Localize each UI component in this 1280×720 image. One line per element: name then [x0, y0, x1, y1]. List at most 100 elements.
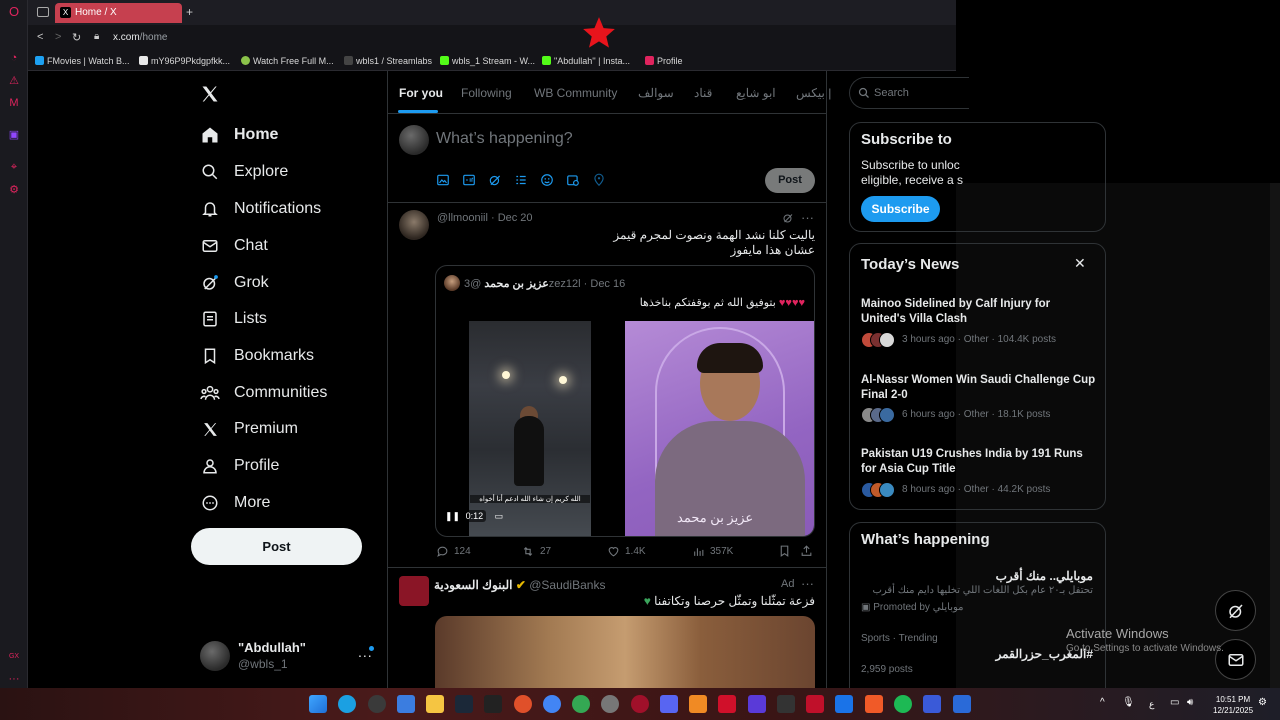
url-field[interactable]: x.com/home [113, 32, 167, 43]
sidebar-more-icon[interactable]: ··· [7, 672, 21, 686]
steam-client-icon[interactable] [368, 695, 386, 713]
nav-communities[interactable]: Communities [200, 378, 327, 408]
trend-name[interactable]: #المغرب_حزرالقمر [861, 647, 1093, 661]
post-button[interactable]: Post [191, 528, 362, 565]
tab-list-2[interactable]: قناد [694, 86, 712, 100]
twitch-icon[interactable]: ▣ [7, 128, 21, 142]
captions-icon[interactable]: ▭ [495, 511, 504, 521]
news-item-title[interactable]: Pakistan U19 Crushes India by 191 Runs f… [861, 447, 1096, 477]
scrollbar[interactable] [1270, 183, 1280, 688]
grok-tweet-icon[interactable] [782, 212, 794, 224]
nav-chat[interactable]: Chat [200, 231, 268, 261]
steam-icon[interactable] [455, 695, 473, 713]
network-icon[interactable]: ▭ [1170, 697, 1179, 708]
language-indicator[interactable]: ع [1149, 699, 1154, 710]
promo-title[interactable]: موبايلي.. منك أقرب [861, 569, 1093, 583]
advertiser-name[interactable]: البنوك السعودية [434, 578, 512, 592]
chrome-icon[interactable] [543, 695, 561, 713]
advertiser-handle[interactable]: @SaudiBanks [529, 578, 605, 592]
quote-photo[interactable] [625, 321, 814, 536]
grok-fab-button[interactable] [1215, 590, 1256, 631]
gif-icon[interactable] [462, 173, 476, 187]
bookmark-item[interactable]: FMovies | Watch B... [35, 56, 130, 66]
app-icon[interactable] [718, 695, 736, 713]
discord-icon[interactable] [660, 695, 678, 713]
star-icon[interactable] [580, 14, 618, 52]
app-icon[interactable] [748, 695, 766, 713]
nav-grok[interactable]: Grok [200, 268, 269, 298]
tab-home-x[interactable]: X Home / X [55, 3, 182, 23]
app-icon[interactable] [865, 695, 883, 713]
sidebar-pin-icon[interactable]: ⌖ [7, 160, 21, 174]
video-controls[interactable]: ❚❚ 0:12 ▭ [445, 510, 507, 526]
file-explorer-icon[interactable] [426, 695, 444, 713]
emoji-icon[interactable] [540, 173, 554, 187]
app-icon[interactable] [953, 695, 971, 713]
bookmark-item[interactable]: mY96P9Pkdgpfkk... [139, 56, 230, 66]
workspace-icon[interactable] [37, 7, 49, 17]
tweet-date[interactable]: · Dec 20 [491, 212, 533, 224]
app-icon[interactable] [514, 695, 532, 713]
tab-following[interactable]: Following [461, 86, 512, 100]
app-icon[interactable] [835, 695, 853, 713]
tray-chevron-icon[interactable]: ^ [1100, 697, 1105, 708]
start-button-icon[interactable] [309, 695, 327, 713]
location-icon[interactable] [592, 173, 606, 187]
tweet-avatar[interactable] [399, 210, 429, 240]
sidebar-speed-icon[interactable]: ◔ [7, 51, 21, 65]
bookmark-item[interactable]: Profile [645, 56, 683, 66]
bookmark-item[interactable]: wbls1 / Streamlabs [344, 56, 432, 66]
nav-explore[interactable]: Explore [200, 157, 288, 187]
chrome-profile-icon[interactable] [572, 695, 590, 713]
nav-premium[interactable]: Premium [200, 414, 298, 444]
pause-icon[interactable]: ❚❚ [445, 511, 460, 521]
store-icon[interactable] [397, 695, 415, 713]
image-icon[interactable] [436, 173, 450, 187]
tab-for-you[interactable]: For you [399, 86, 443, 100]
nav-profile[interactable]: Profile [200, 451, 279, 481]
nav-lists[interactable]: Lists [200, 304, 267, 334]
bookmark-item[interactable]: wbls_1 Stream - W... [440, 56, 535, 66]
x-logo-icon[interactable] [200, 84, 220, 104]
tweet-more-icon[interactable]: ··· [801, 210, 814, 225]
compose-input[interactable]: What’s happening? [436, 130, 573, 148]
nav-notifications[interactable]: Notifications [200, 194, 321, 224]
close-icon[interactable]: ✕ [1074, 256, 1088, 270]
app-icon[interactable] [806, 695, 824, 713]
app-icon[interactable] [689, 695, 707, 713]
edge-icon[interactable] [338, 695, 356, 713]
epic-games-icon[interactable] [484, 695, 502, 713]
bookmark-item[interactable]: "Abdullah'' | Insta... [542, 56, 630, 66]
tab-list-4[interactable]: بيكس | [796, 86, 831, 100]
mic-icon[interactable]: 🎙︎ [1122, 697, 1135, 708]
bookmark-item[interactable]: Watch Free Full M... [241, 56, 334, 66]
nav-home[interactable]: Home [200, 120, 278, 150]
nav-bookmarks[interactable]: Bookmarks [200, 341, 314, 371]
ad-image[interactable] [435, 616, 815, 688]
tab-list-1[interactable]: سوالف [638, 86, 674, 100]
quote-video[interactable] [469, 321, 591, 536]
back-icon[interactable]: < [37, 31, 43, 43]
reload-icon[interactable]: ↻ [72, 31, 81, 44]
opera-logo-icon[interactable]: O [7, 5, 21, 19]
sidebar-m-icon[interactable]: M [7, 96, 21, 110]
schedule-icon[interactable] [566, 173, 580, 187]
bookmark-icon[interactable] [778, 544, 791, 558]
spotify-icon[interactable] [894, 695, 912, 713]
obs-icon[interactable] [601, 695, 619, 713]
repost-button[interactable]: 27 [521, 545, 551, 558]
reply-button[interactable]: 124 [436, 545, 471, 558]
tab-list-3[interactable]: ابو شايع [736, 86, 776, 100]
app-icon[interactable] [923, 695, 941, 713]
opera-gx-icon[interactable] [631, 695, 649, 713]
sidebar-player-icon[interactable]: ⚠ [7, 74, 21, 88]
news-item-title[interactable]: Mainoo Sidelined by Calf Injury for Unit… [861, 297, 1096, 327]
poll-icon[interactable] [514, 173, 528, 187]
settings-gear-icon[interactable]: ⚙ [7, 183, 21, 197]
grok-compose-icon[interactable] [488, 173, 502, 187]
subscribe-button[interactable]: Subscribe [861, 196, 940, 222]
volume-icon[interactable]: 🔊︎ [1187, 697, 1193, 708]
like-button[interactable]: 1.4K [607, 545, 646, 558]
compose-post-button[interactable]: Post [765, 168, 815, 193]
tweet-handle[interactable]: @llmooniil [437, 212, 488, 224]
